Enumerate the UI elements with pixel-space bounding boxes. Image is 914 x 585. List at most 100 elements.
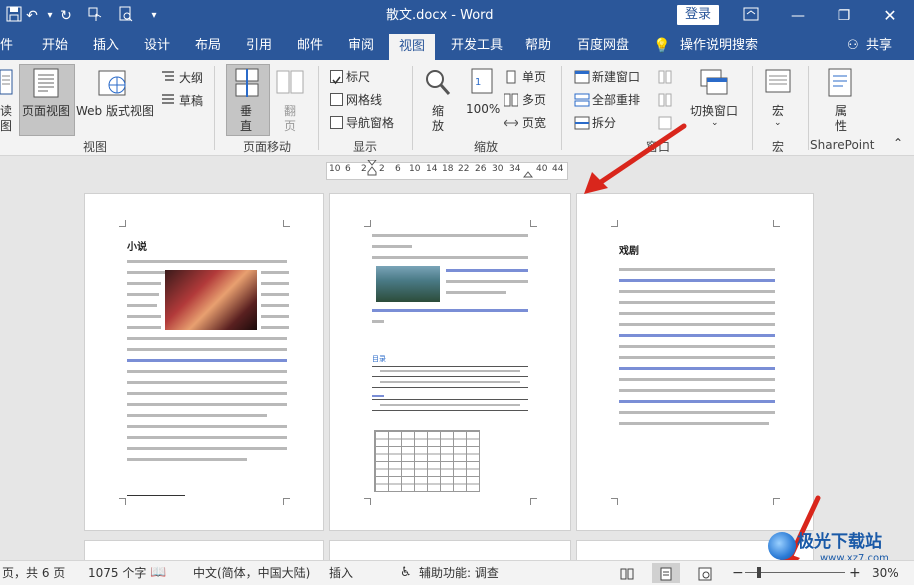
tab-help[interactable]: 帮助 — [525, 32, 551, 60]
tab-baidu-netdisk[interactable]: 百度网盘 — [577, 32, 629, 60]
zoom-in-button[interactable]: + — [849, 561, 861, 585]
toc-rule — [372, 366, 528, 367]
tab-developer[interactable]: 开发工具 — [451, 32, 503, 60]
tab-insert[interactable]: 插入 — [93, 32, 119, 60]
print-preview-icon[interactable] — [116, 6, 136, 26]
nav-pane-checkbox[interactable] — [330, 116, 343, 129]
outline-icon[interactable] — [161, 69, 175, 88]
ruler-label: 标尺 — [346, 70, 371, 84]
page-count[interactable]: 页，共 6 页 — [2, 561, 65, 585]
divider — [752, 66, 753, 150]
right-indent-marker[interactable] — [523, 169, 533, 181]
new-window-label[interactable]: 新建窗口 — [592, 68, 640, 85]
crop-mark — [119, 220, 126, 227]
tab-mailings[interactable]: 邮件 — [297, 32, 323, 60]
touch-mode-icon[interactable] — [86, 6, 106, 26]
text-line — [127, 370, 287, 373]
text-line — [619, 312, 775, 315]
vertical-scroll-icon — [234, 68, 260, 102]
minimize-icon[interactable]: — — [788, 6, 808, 26]
document-page-3[interactable]: 戏剧 — [576, 193, 814, 531]
page-width-icon[interactable] — [503, 115, 519, 134]
divider — [561, 66, 562, 150]
zoom-slider-thumb[interactable] — [757, 567, 761, 578]
data-table[interactable] — [374, 430, 480, 492]
read-mode-icon[interactable] — [0, 68, 14, 102]
crop-mark — [283, 498, 290, 505]
indent-marker[interactable] — [367, 160, 377, 182]
new-window-icon[interactable] — [574, 69, 590, 88]
zoom-magnifier-icon[interactable] — [424, 68, 452, 102]
ruler-tick: 14 — [426, 164, 438, 174]
insert-mode[interactable]: 插入 — [329, 561, 353, 585]
arrange-all-icon[interactable] — [574, 92, 590, 111]
divider — [808, 66, 809, 150]
page-width-label[interactable]: 页宽 — [522, 114, 546, 131]
multi-page-icon[interactable] — [503, 92, 519, 111]
text-line — [619, 356, 775, 359]
language[interactable]: 中文(简体，中国大陆) — [193, 561, 310, 585]
view-side-by-side-icon[interactable] — [658, 69, 672, 88]
text-line — [372, 234, 528, 237]
ruler-checkbox[interactable] — [330, 70, 343, 85]
text-line — [127, 458, 247, 461]
print-layout-view-icon — [659, 561, 673, 585]
horizontal-ruler[interactable]: 10 6 2 2 6 10 14 18 22 26 30 34 40 44 — [326, 160, 568, 182]
share-button[interactable]: 共享 — [866, 32, 892, 60]
tell-me-search[interactable]: 操作说明搜索 — [680, 32, 758, 60]
sync-scroll-icon[interactable] — [658, 92, 672, 111]
redo-icon[interactable]: ↻ — [56, 6, 76, 26]
web-layout-icon[interactable] — [98, 68, 128, 102]
gridlines-checkbox[interactable] — [330, 93, 343, 106]
accessibility-icon: ♿ — [400, 565, 412, 580]
undo-icon[interactable]: ↶ — [22, 6, 42, 26]
word-count[interactable]: 1075 个字 — [88, 561, 146, 585]
text-line — [127, 260, 287, 263]
collapse-ribbon-icon[interactable]: ⌃ — [893, 136, 903, 150]
close-icon[interactable]: ✕ — [880, 6, 900, 26]
side-to-side-icon[interactable] — [276, 70, 304, 100]
document-page-1[interactable]: 小说 — [84, 193, 324, 531]
tab-layout[interactable]: 布局 — [195, 32, 221, 60]
draft-icon[interactable] — [161, 92, 175, 111]
restore-icon[interactable]: ❐ — [834, 6, 854, 26]
customize-qat-icon[interactable]: ▾ — [144, 6, 164, 26]
photo-city[interactable] — [376, 266, 440, 302]
tab-file[interactable]: 件 — [0, 32, 13, 60]
login-button[interactable]: 登录 — [677, 5, 719, 25]
watermark-logo — [768, 532, 796, 560]
tab-home[interactable]: 开始 — [42, 32, 68, 60]
zoom-level[interactable]: 30% — [872, 561, 899, 585]
web-layout-view-icon[interactable] — [698, 561, 712, 585]
ruler-tick: 40 — [536, 164, 548, 174]
tab-references[interactable]: 引用 — [246, 32, 272, 60]
draft-label[interactable]: 草稿 — [179, 92, 203, 109]
zoom-100-icon[interactable]: 1 — [470, 68, 494, 98]
one-page-icon[interactable] — [504, 69, 518, 88]
read-mode-view-icon[interactable] — [620, 561, 634, 585]
arrange-all-label[interactable]: 全部重排 — [592, 91, 640, 108]
ribbon-display-options-icon[interactable] — [741, 6, 761, 26]
macros-icon[interactable] — [764, 68, 794, 102]
photo-woman[interactable] — [165, 270, 257, 330]
text-line — [619, 389, 775, 392]
switch-window-icon[interactable] — [699, 68, 729, 102]
text-line — [372, 320, 384, 323]
zoom-out-button[interactable]: − — [732, 561, 744, 585]
outline-label[interactable]: 大纲 — [179, 69, 203, 86]
tab-view[interactable]: 视图 — [389, 34, 436, 60]
save-icon[interactable] — [4, 6, 24, 26]
text-line-link — [619, 367, 775, 370]
multi-page-label[interactable]: 多页 — [522, 91, 546, 108]
text-line — [619, 422, 769, 425]
proofing-icon[interactable]: 📖 — [150, 561, 166, 585]
group-view-label: 视图 — [83, 140, 108, 154]
accessibility-status[interactable]: 辅助功能: 调查 — [419, 561, 499, 585]
one-page-label[interactable]: 单页 — [522, 68, 546, 85]
document-page-2[interactable]: 目录 — [329, 193, 571, 531]
properties-label-2: 性 — [835, 119, 848, 133]
tab-review[interactable]: 审阅 — [348, 32, 374, 60]
properties-icon[interactable] — [826, 68, 856, 102]
text-line — [619, 290, 775, 293]
tab-design[interactable]: 设计 — [144, 32, 170, 60]
